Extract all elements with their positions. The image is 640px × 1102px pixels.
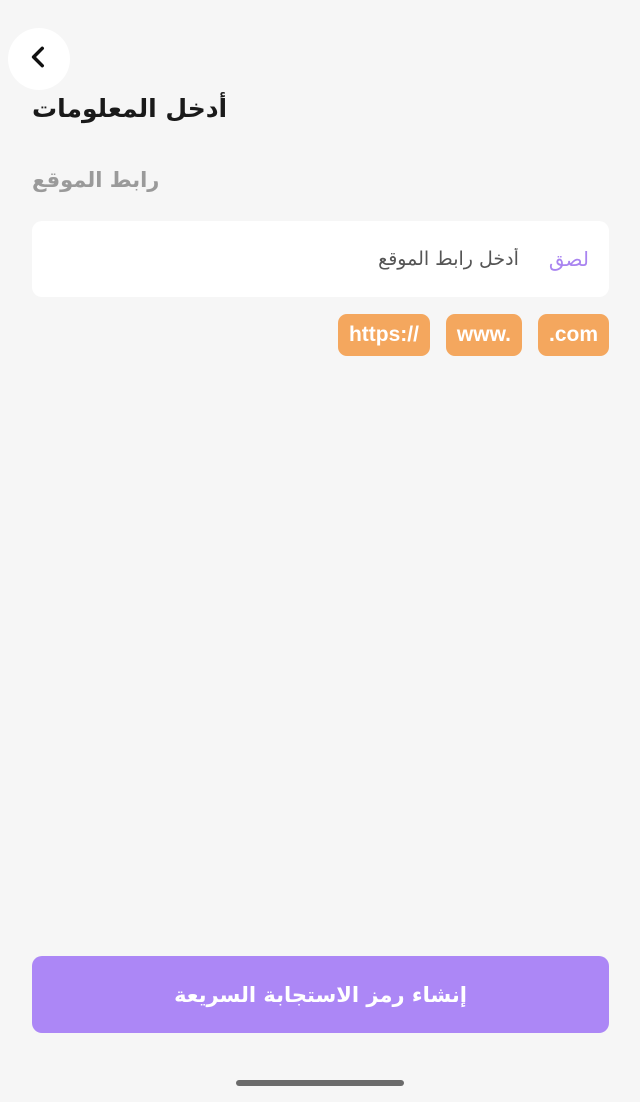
chevron-left-icon xyxy=(26,44,52,74)
url-input-card: لصق xyxy=(32,221,609,297)
qr-url-input-screen: أدخل المعلومات رابط الموقع لصق .com www.… xyxy=(0,0,640,1102)
back-button[interactable] xyxy=(8,28,70,90)
generate-qr-button[interactable]: إنشاء رمز الاستجابة السريعة xyxy=(32,956,609,1033)
url-input[interactable] xyxy=(52,248,519,270)
page-title: أدخل المعلومات xyxy=(32,94,228,123)
url-field-label: رابط الموقع xyxy=(32,168,160,192)
url-chip-group: .com www. https:// xyxy=(337,314,609,356)
chip-dotcom[interactable]: .com xyxy=(537,314,609,356)
paste-button[interactable]: لصق xyxy=(549,247,589,271)
chip-https[interactable]: https:// xyxy=(337,314,430,356)
chip-www[interactable]: www. xyxy=(445,314,522,356)
home-indicator xyxy=(236,1080,404,1086)
